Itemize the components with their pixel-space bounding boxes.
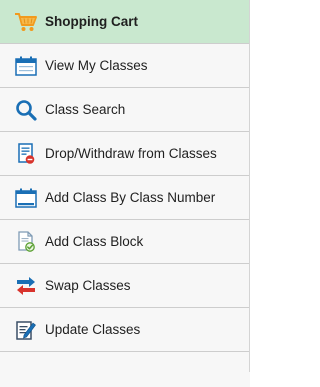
nav-item-label: Swap Classes bbox=[45, 278, 131, 293]
swap-arrows-icon bbox=[14, 274, 38, 298]
calendar-icon bbox=[14, 54, 38, 78]
nav-item-add-class-by-number[interactable]: Add Class By Class Number bbox=[0, 176, 249, 220]
student-center-nav: Shopping Cart View My Classes Class Sear… bbox=[0, 0, 250, 387]
nav-item-label: Add Class Block bbox=[45, 234, 144, 249]
nav-item-label: View My Classes bbox=[45, 58, 148, 73]
nav-item-add-class-block[interactable]: Add Class Block bbox=[0, 220, 249, 264]
nav-item-update-classes[interactable]: Update Classes bbox=[0, 308, 249, 352]
nav-item-shopping-cart[interactable]: Shopping Cart bbox=[0, 0, 249, 44]
add-document-icon bbox=[14, 230, 38, 254]
edit-document-icon bbox=[14, 318, 38, 342]
nav-item-label: Update Classes bbox=[45, 322, 141, 337]
nav-item-label: Shopping Cart bbox=[45, 14, 138, 29]
search-icon bbox=[14, 98, 38, 122]
drop-document-icon bbox=[14, 142, 38, 166]
shopping-cart-icon bbox=[14, 10, 38, 34]
nav-item-label: Class Search bbox=[45, 102, 126, 117]
nav-item-class-search[interactable]: Class Search bbox=[0, 88, 249, 132]
nav-item-drop-withdraw[interactable]: Drop/Withdraw from Classes bbox=[0, 132, 249, 176]
nav-item-label: Drop/Withdraw from Classes bbox=[45, 146, 217, 161]
nav-item-view-my-classes[interactable]: View My Classes bbox=[0, 44, 249, 88]
nav-item-swap-classes[interactable]: Swap Classes bbox=[0, 264, 249, 308]
calendar-icon bbox=[14, 186, 38, 210]
nav-footer-space bbox=[0, 372, 250, 387]
nav-item-label: Add Class By Class Number bbox=[45, 190, 216, 205]
